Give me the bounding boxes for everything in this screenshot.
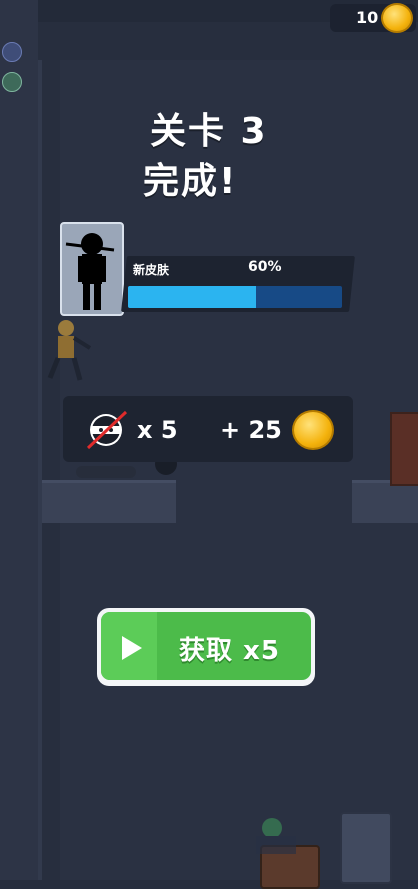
left-wall <box>0 0 38 880</box>
coin-icon <box>381 3 413 33</box>
crate <box>390 412 418 486</box>
skin-progress-bar <box>128 286 342 308</box>
claim-button-label: 获取 x5 <box>179 636 280 666</box>
profile-icon[interactable] <box>2 72 22 92</box>
wall-edge <box>38 60 42 880</box>
ledge-left <box>42 480 176 523</box>
soldier-icon <box>256 818 296 854</box>
shield-icon[interactable] <box>2 42 22 62</box>
ninja-silhouette-icon <box>65 233 115 310</box>
enemy-kill-icon <box>86 410 128 450</box>
play-icon <box>122 636 142 660</box>
kill-multiplier: x 5 <box>137 416 178 444</box>
coin-reward-icon <box>292 410 334 450</box>
skin-preview-card <box>60 222 124 316</box>
new-skin-label: 新皮肤 <box>133 263 170 277</box>
play-icon-area[interactable] <box>101 612 157 680</box>
level-title: 关卡 3 <box>150 111 268 152</box>
claim-button-face[interactable]: 获取 x5 <box>101 612 311 680</box>
trash-can <box>340 812 392 884</box>
skin-progress-fill <box>128 286 257 308</box>
level-complete-text: 完成! <box>143 161 238 202</box>
coin-bonus: + 25 <box>220 416 282 444</box>
climbing-character-icon <box>47 320 92 381</box>
claim-x5-button[interactable]: 获取 x5 <box>97 608 315 686</box>
coin-count: 10 <box>356 8 379 27</box>
skin-progress-percent: 60% <box>248 259 282 275</box>
ledge-right <box>352 480 418 523</box>
